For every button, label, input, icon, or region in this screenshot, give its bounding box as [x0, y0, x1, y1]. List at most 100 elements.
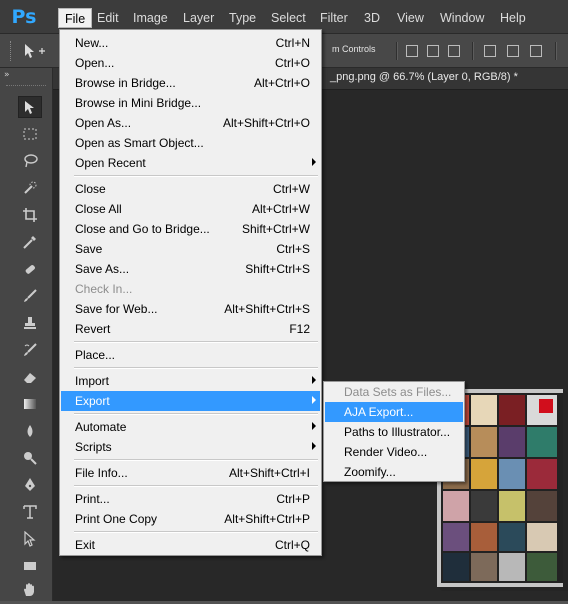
menu-item-place[interactable]: Place...: [61, 345, 320, 365]
document-tab-title[interactable]: _png.png @ 66.7% (Layer 0, RGB/8) *: [330, 71, 518, 83]
menu-item-close[interactable]: Close Ctrl+W: [61, 179, 320, 199]
menu-separator: [74, 341, 318, 343]
dodge-tool-icon[interactable]: [18, 447, 42, 469]
menu-item-shortcut: Ctrl+Q: [274, 538, 310, 552]
menu-view[interactable]: View: [391, 8, 430, 28]
submenu-item-aja-export[interactable]: AJA Export...: [325, 402, 463, 422]
menu-3d[interactable]: 3D: [358, 8, 386, 28]
blur-tool-icon[interactable]: [18, 420, 42, 442]
menu-item-browse-in-bridge[interactable]: Browse in Bridge... Alt+Ctrl+O: [61, 73, 320, 93]
move-tool-icon[interactable]: [18, 96, 42, 118]
menu-item-label: Revert: [75, 322, 111, 336]
submenu-item-render-video[interactable]: Render Video...: [325, 442, 463, 462]
menu-item-label: Scripts: [75, 440, 112, 454]
menu-item-print[interactable]: Print... Ctrl+P: [61, 489, 320, 509]
menu-item-shortcut: F12: [289, 322, 310, 336]
align-horizontal-center-icon[interactable]: [507, 45, 519, 57]
menu-item-label: Save As...: [75, 262, 130, 276]
options-grip[interactable]: [10, 41, 14, 61]
align-bottom-icon[interactable]: [448, 45, 460, 57]
menu-edit[interactable]: Edit: [91, 8, 125, 28]
menu-window[interactable]: Window: [434, 8, 490, 28]
menu-item-label: Check In...: [75, 282, 133, 296]
brush-tool-icon[interactable]: [18, 285, 42, 307]
menu-item-open-recent[interactable]: Open Recent: [61, 153, 320, 173]
menu-help[interactable]: Help: [494, 8, 532, 28]
menu-item-file-info[interactable]: File Info... Alt+Shift+Ctrl+I: [61, 463, 320, 483]
menu-item-revert[interactable]: Revert F12: [61, 319, 320, 339]
menu-separator: [74, 175, 318, 177]
menu-item-browse-in-mini-bridge[interactable]: Browse in Mini Bridge...: [61, 93, 320, 113]
menu-item-label: Print One Copy: [75, 512, 158, 526]
align-right-icon[interactable]: [530, 45, 542, 57]
menu-separator: [74, 459, 318, 461]
export-submenu: Data Sets as Files... AJA Export... Path…: [323, 381, 465, 482]
clone-stamp-tool-icon[interactable]: [18, 312, 42, 334]
menu-item-exit[interactable]: Exit Ctrl+Q: [61, 535, 320, 555]
crop-tool-icon[interactable]: [18, 204, 42, 226]
show-transform-controls-label[interactable]: m Controls: [332, 44, 376, 54]
submenu-item-paths-to-illustrator[interactable]: Paths to Illustrator...: [325, 422, 463, 442]
tools-panel: »: [0, 68, 53, 601]
history-brush-tool-icon[interactable]: [18, 339, 42, 361]
align-top-icon[interactable]: [406, 45, 418, 57]
file-menu-dropdown: New... Ctrl+N Open... Ctrl+O Browse in Bri…: [59, 29, 322, 556]
tools-panel-grip[interactable]: [6, 85, 46, 88]
menu-item-open[interactable]: Open... Ctrl+O: [61, 53, 320, 73]
menu-type[interactable]: Type: [223, 8, 262, 28]
menu-image[interactable]: Image: [127, 8, 174, 28]
type-tool-icon[interactable]: [18, 501, 42, 523]
menu-item-export[interactable]: Export: [61, 391, 320, 411]
marquee-tool-icon[interactable]: [18, 123, 42, 145]
menu-item-label: Open Recent: [75, 156, 146, 170]
collapse-panel-icon[interactable]: »: [4, 70, 10, 80]
move-tool-preset-icon[interactable]: [22, 42, 50, 60]
submenu-item-label: Data Sets as Files...: [344, 385, 452, 399]
menu-item-shortcut: Alt+Shift+Ctrl+I: [228, 466, 310, 480]
menu-item-automate[interactable]: Automate: [61, 417, 320, 437]
spot-healing-brush-tool-icon[interactable]: [18, 258, 42, 280]
menu-item-close-all[interactable]: Close All Alt+Ctrl+W: [61, 199, 320, 219]
lasso-tool-icon[interactable]: [18, 150, 42, 172]
align-left-icon[interactable]: [484, 45, 496, 57]
menu-item-open-as[interactable]: Open As... Alt+Shift+Ctrl+O: [61, 113, 320, 133]
menu-item-close-and-go-to-bridge[interactable]: Close and Go to Bridge... Shift+Ctrl+W: [61, 219, 320, 239]
menu-item-label: Print...: [75, 492, 110, 506]
menu-item-save[interactable]: Save Ctrl+S: [61, 239, 320, 259]
eyedropper-tool-icon[interactable]: [18, 231, 42, 253]
submenu-item-zoomify[interactable]: Zoomify...: [325, 462, 463, 482]
menu-item-label: Open As...: [75, 116, 132, 130]
menu-file[interactable]: File: [58, 8, 93, 28]
menu-item-label: Save: [75, 242, 103, 256]
menu-item-label: Browse in Mini Bridge...: [75, 96, 202, 110]
menu-separator: [74, 413, 318, 415]
submenu-item-label: Zoomify...: [344, 465, 396, 479]
menu-item-print-one-copy[interactable]: Print One Copy Alt+Shift+Ctrl+P: [61, 509, 320, 529]
menu-item-new[interactable]: New... Ctrl+N: [61, 33, 320, 53]
menu-separator: [74, 531, 318, 533]
menu-layer[interactable]: Layer: [177, 8, 220, 28]
menu-item-label: Automate: [75, 420, 127, 434]
gradient-tool-icon[interactable]: [18, 393, 42, 415]
menu-item-save-for-web[interactable]: Save for Web... Alt+Shift+Ctrl+S: [61, 299, 320, 319]
align-vertical-center-icon[interactable]: [427, 45, 439, 57]
hand-tool-icon[interactable]: [18, 579, 42, 601]
menu-item-shortcut: Ctrl+O: [274, 56, 310, 70]
pen-tool-icon[interactable]: [18, 474, 42, 496]
menu-item-shortcut: Ctrl+P: [276, 492, 310, 506]
rectangle-tool-icon[interactable]: [18, 555, 42, 577]
quick-selection-tool-icon[interactable]: [18, 177, 42, 199]
menu-separator: [74, 367, 318, 369]
menu-item-open-as-smart-object[interactable]: Open as Smart Object...: [61, 133, 320, 153]
submenu-arrow-icon: [312, 396, 316, 404]
menu-item-import[interactable]: Import: [61, 371, 320, 391]
menu-item-label: File Info...: [75, 466, 128, 480]
path-selection-tool-icon[interactable]: [18, 528, 42, 550]
menu-item-scripts[interactable]: Scripts: [61, 437, 320, 457]
menu-item-save-as[interactable]: Save As... Shift+Ctrl+S: [61, 259, 320, 279]
menu-item-shortcut: Shift+Ctrl+S: [245, 262, 310, 276]
menu-select[interactable]: Select: [265, 8, 312, 28]
eraser-tool-icon[interactable]: [18, 366, 42, 388]
menu-filter[interactable]: Filter: [314, 8, 354, 28]
menu-separator: [74, 485, 318, 487]
